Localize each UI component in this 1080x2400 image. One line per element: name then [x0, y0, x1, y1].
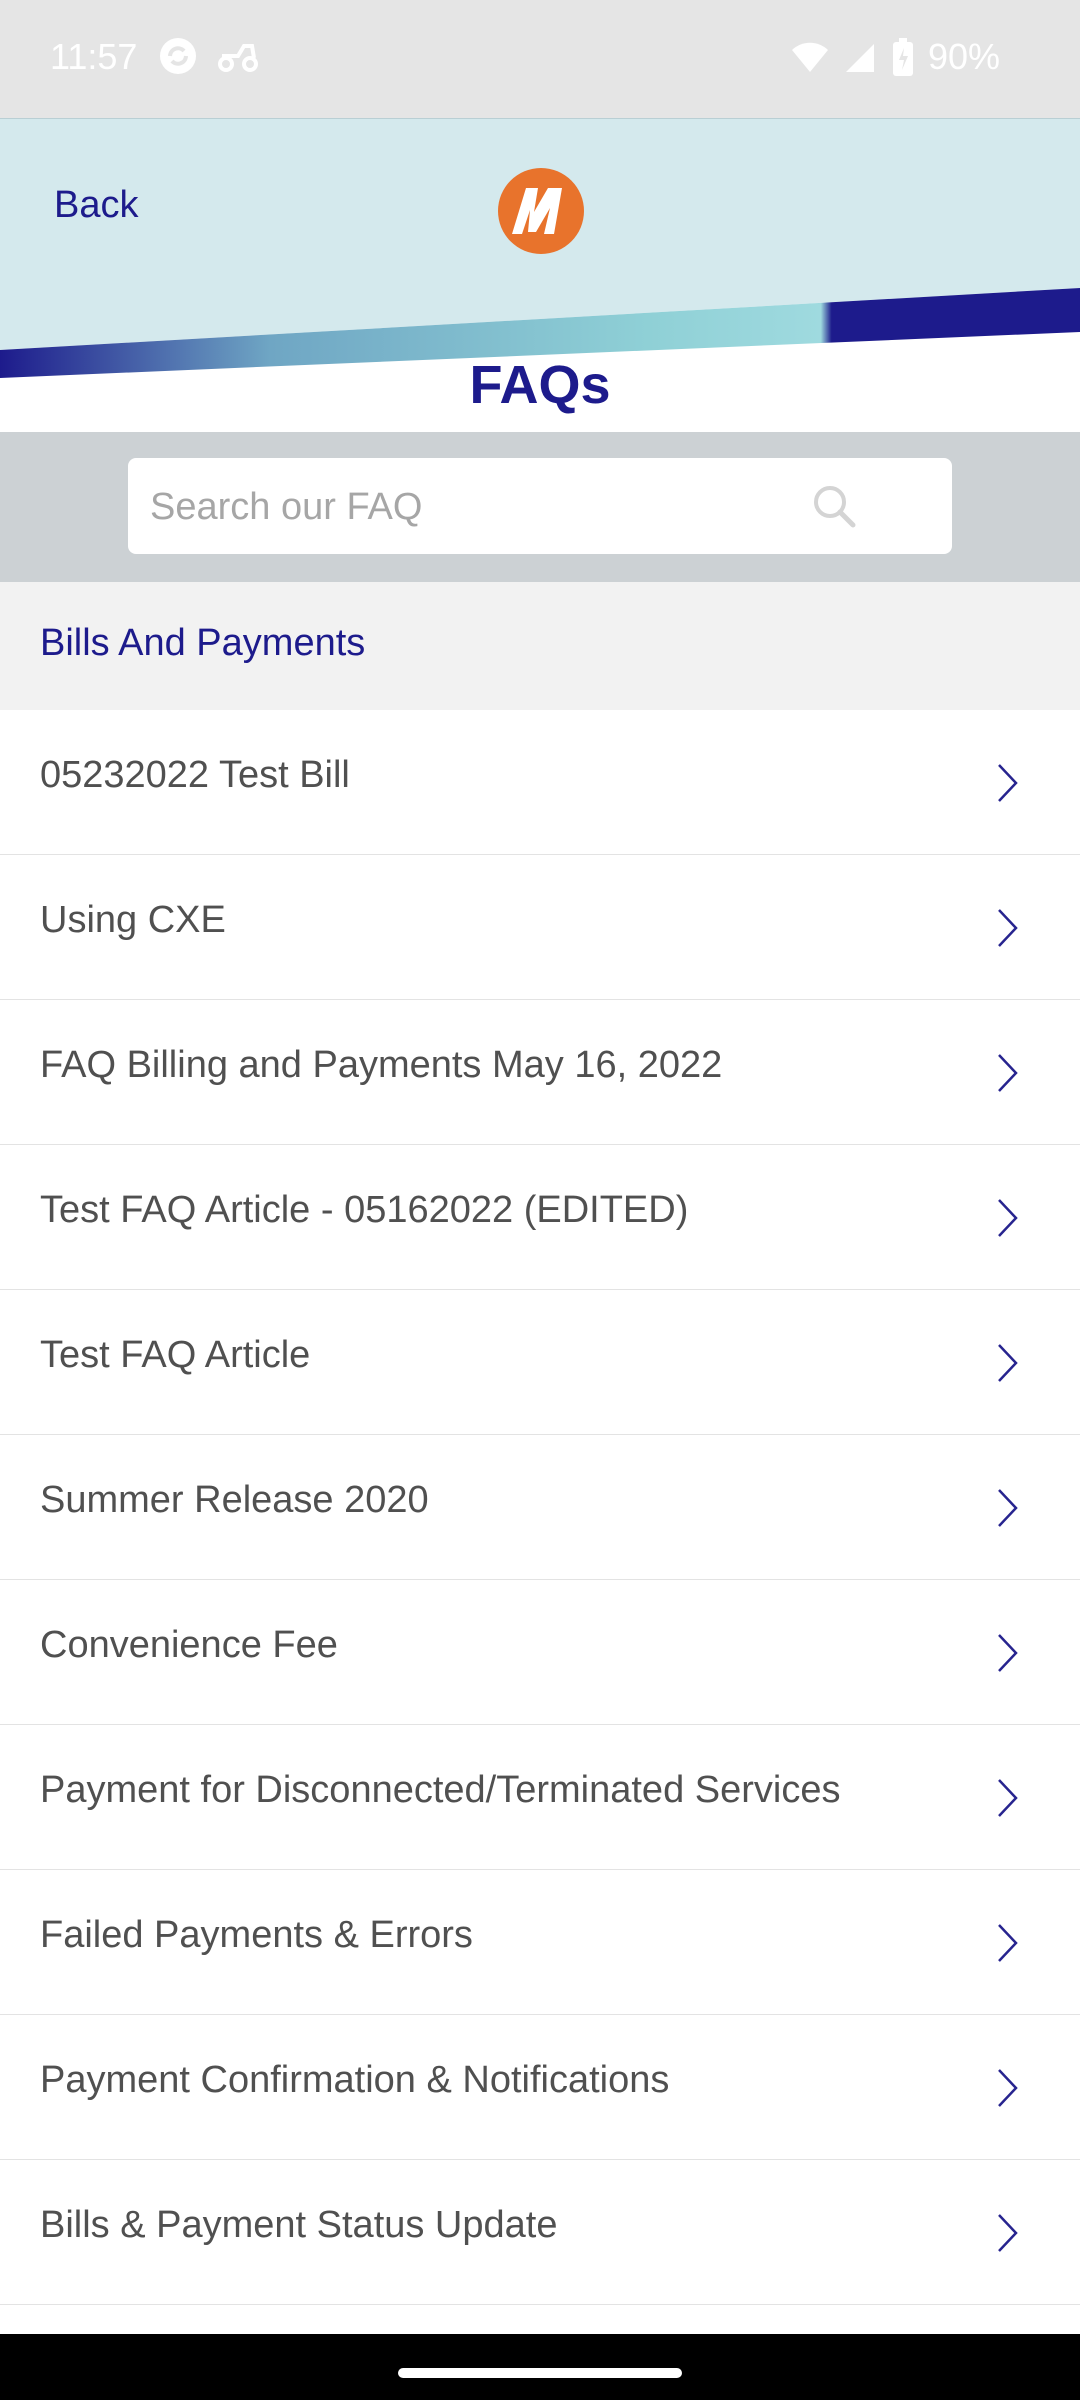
- chevron-right-icon: [998, 1054, 1018, 1092]
- faq-item-label: 05232022 Test Bill: [40, 754, 350, 796]
- back-button[interactable]: Back: [54, 184, 138, 227]
- chevron-right-icon: [998, 1199, 1018, 1237]
- status-time: 11:57: [50, 36, 138, 77]
- battery-icon: [892, 38, 913, 76]
- chevron-right-icon: [998, 1924, 1018, 1962]
- faq-item[interactable]: 05232022 Test Bill: [0, 710, 1080, 855]
- chevron-right-icon: [998, 2069, 1018, 2107]
- search-input[interactable]: [148, 458, 852, 556]
- faq-item[interactable]: Payment for Disconnected/Terminated Serv…: [0, 1725, 1080, 1870]
- faq-item[interactable]: Bills & Payment Status Update: [0, 2160, 1080, 2305]
- status-indicators: 90%: [790, 36, 1000, 78]
- cell-signal-icon: [845, 44, 874, 72]
- faq-item-label: FAQ Billing and Payments May 16, 2022: [40, 1044, 723, 1086]
- faq-item-label: Failed Payments & Errors: [40, 1914, 473, 1956]
- notification-icons: [158, 36, 260, 76]
- faq-item-label: Using CXE: [40, 899, 226, 941]
- chevron-right-icon: [998, 909, 1018, 947]
- chevron-right-icon: [998, 764, 1018, 802]
- wifi-icon: [791, 42, 828, 72]
- faq-item-label: Test FAQ Article - 05162022 (EDITED): [40, 1189, 689, 1231]
- faq-item[interactable]: Test FAQ Article: [0, 1290, 1080, 1435]
- search-icon[interactable]: [812, 484, 856, 528]
- faq-item[interactable]: Payment Confirmation & Notifications: [0, 2015, 1080, 2160]
- chevron-right-icon: [998, 1779, 1018, 1817]
- home-gesture-handle[interactable]: [398, 2368, 682, 2378]
- search-bar: [0, 432, 1080, 582]
- search-box: [128, 458, 952, 556]
- faq-item-label: Bills & Payment Status Update: [40, 2204, 558, 2246]
- faq-item-label: Convenience Fee: [40, 1624, 338, 1666]
- app-header: Back FAQs: [0, 118, 1080, 432]
- chevron-right-icon: [998, 1634, 1018, 1672]
- page-title: FAQs: [469, 355, 611, 415]
- faq-item[interactable]: Convenience Fee: [0, 1580, 1080, 1725]
- chevron-right-icon: [998, 2214, 1018, 2252]
- battery-percent: 90%: [927, 36, 1000, 77]
- section-title: Bills And Payments: [40, 622, 366, 664]
- faq-list: 05232022 Test Bill Using CXE FAQ Billing…: [0, 710, 1080, 2305]
- status-bar: 11:57 90%: [0, 0, 1080, 118]
- chevron-right-icon: [998, 1344, 1018, 1382]
- section-header: Bills And Payments: [0, 582, 1080, 710]
- chevron-right-icon: [998, 1489, 1018, 1527]
- sync-app-icon: [160, 38, 196, 74]
- utility-logo-icon: [498, 168, 584, 254]
- faq-item-label: Payment for Disconnected/Terminated Serv…: [40, 1769, 841, 1811]
- faq-item-label: Test FAQ Article: [40, 1334, 311, 1376]
- faq-item-label: Payment Confirmation & Notifications: [40, 2059, 670, 2101]
- faq-item[interactable]: Summer Release 2020: [0, 1435, 1080, 1580]
- faq-item[interactable]: Failed Payments & Errors: [0, 1870, 1080, 2015]
- system-nav-bar: [0, 2334, 1080, 2400]
- faq-item[interactable]: FAQ Billing and Payments May 16, 2022: [0, 1000, 1080, 1145]
- faq-item[interactable]: Test FAQ Article - 05162022 (EDITED): [0, 1145, 1080, 1290]
- faq-item-label: Summer Release 2020: [40, 1479, 429, 1521]
- delivery-scooter-icon: [218, 44, 258, 72]
- faq-item[interactable]: Using CXE: [0, 855, 1080, 1000]
